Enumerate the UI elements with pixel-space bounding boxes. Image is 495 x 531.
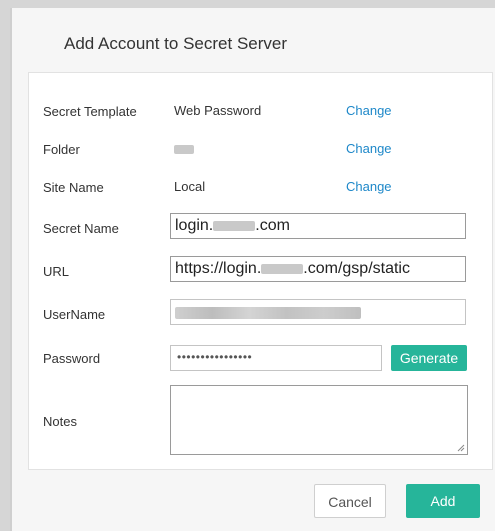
username-label: UserName [43,307,106,322]
secret-name-prefix: login. [175,217,214,234]
password-label: Password [43,351,101,366]
generate-password-button[interactable]: Generate [391,345,467,371]
url-redacted [261,263,304,274]
dialog-title: Add Account to Secret Server [64,34,288,53]
folder-label: Folder [43,142,80,157]
secret-name-input[interactable]: login. .com [170,213,466,239]
change-site-link[interactable]: Change [346,179,392,194]
notes-textarea[interactable] [170,385,468,455]
secret-name-label: Secret Name [43,221,119,236]
secret-template-value: Web Password [174,103,262,118]
username-redacted [175,307,361,320]
password-input[interactable]: •••••••••••••••• [170,345,382,371]
folder-redacted [174,145,194,155]
notes-label: Notes [43,414,77,429]
url-prefix: https://login. [175,260,262,277]
site-name-label: Site Name [43,180,104,195]
add-button[interactable]: Add [406,484,480,518]
add-account-dialog: Add Account to Secret Server Secret Temp… [10,8,495,531]
change-template-link[interactable]: Change [346,103,392,118]
change-folder-link[interactable]: Change [346,141,392,156]
folder-value [174,141,194,156]
secret-name-suffix: .com [255,217,290,234]
resize-grip-icon[interactable] [457,444,465,452]
url-label: URL [43,264,70,279]
site-name-value: Local [174,179,206,194]
cancel-button[interactable]: Cancel [314,484,386,518]
username-input[interactable] [170,299,466,325]
secret-name-redacted [213,220,256,231]
url-input[interactable]: https://login. .com/gsp/static [170,256,466,282]
form-panel: Secret Template Web Password Change Fold… [28,72,493,470]
secret-template-label: Secret Template [43,104,137,119]
url-suffix: .com/gsp/static [303,260,410,277]
